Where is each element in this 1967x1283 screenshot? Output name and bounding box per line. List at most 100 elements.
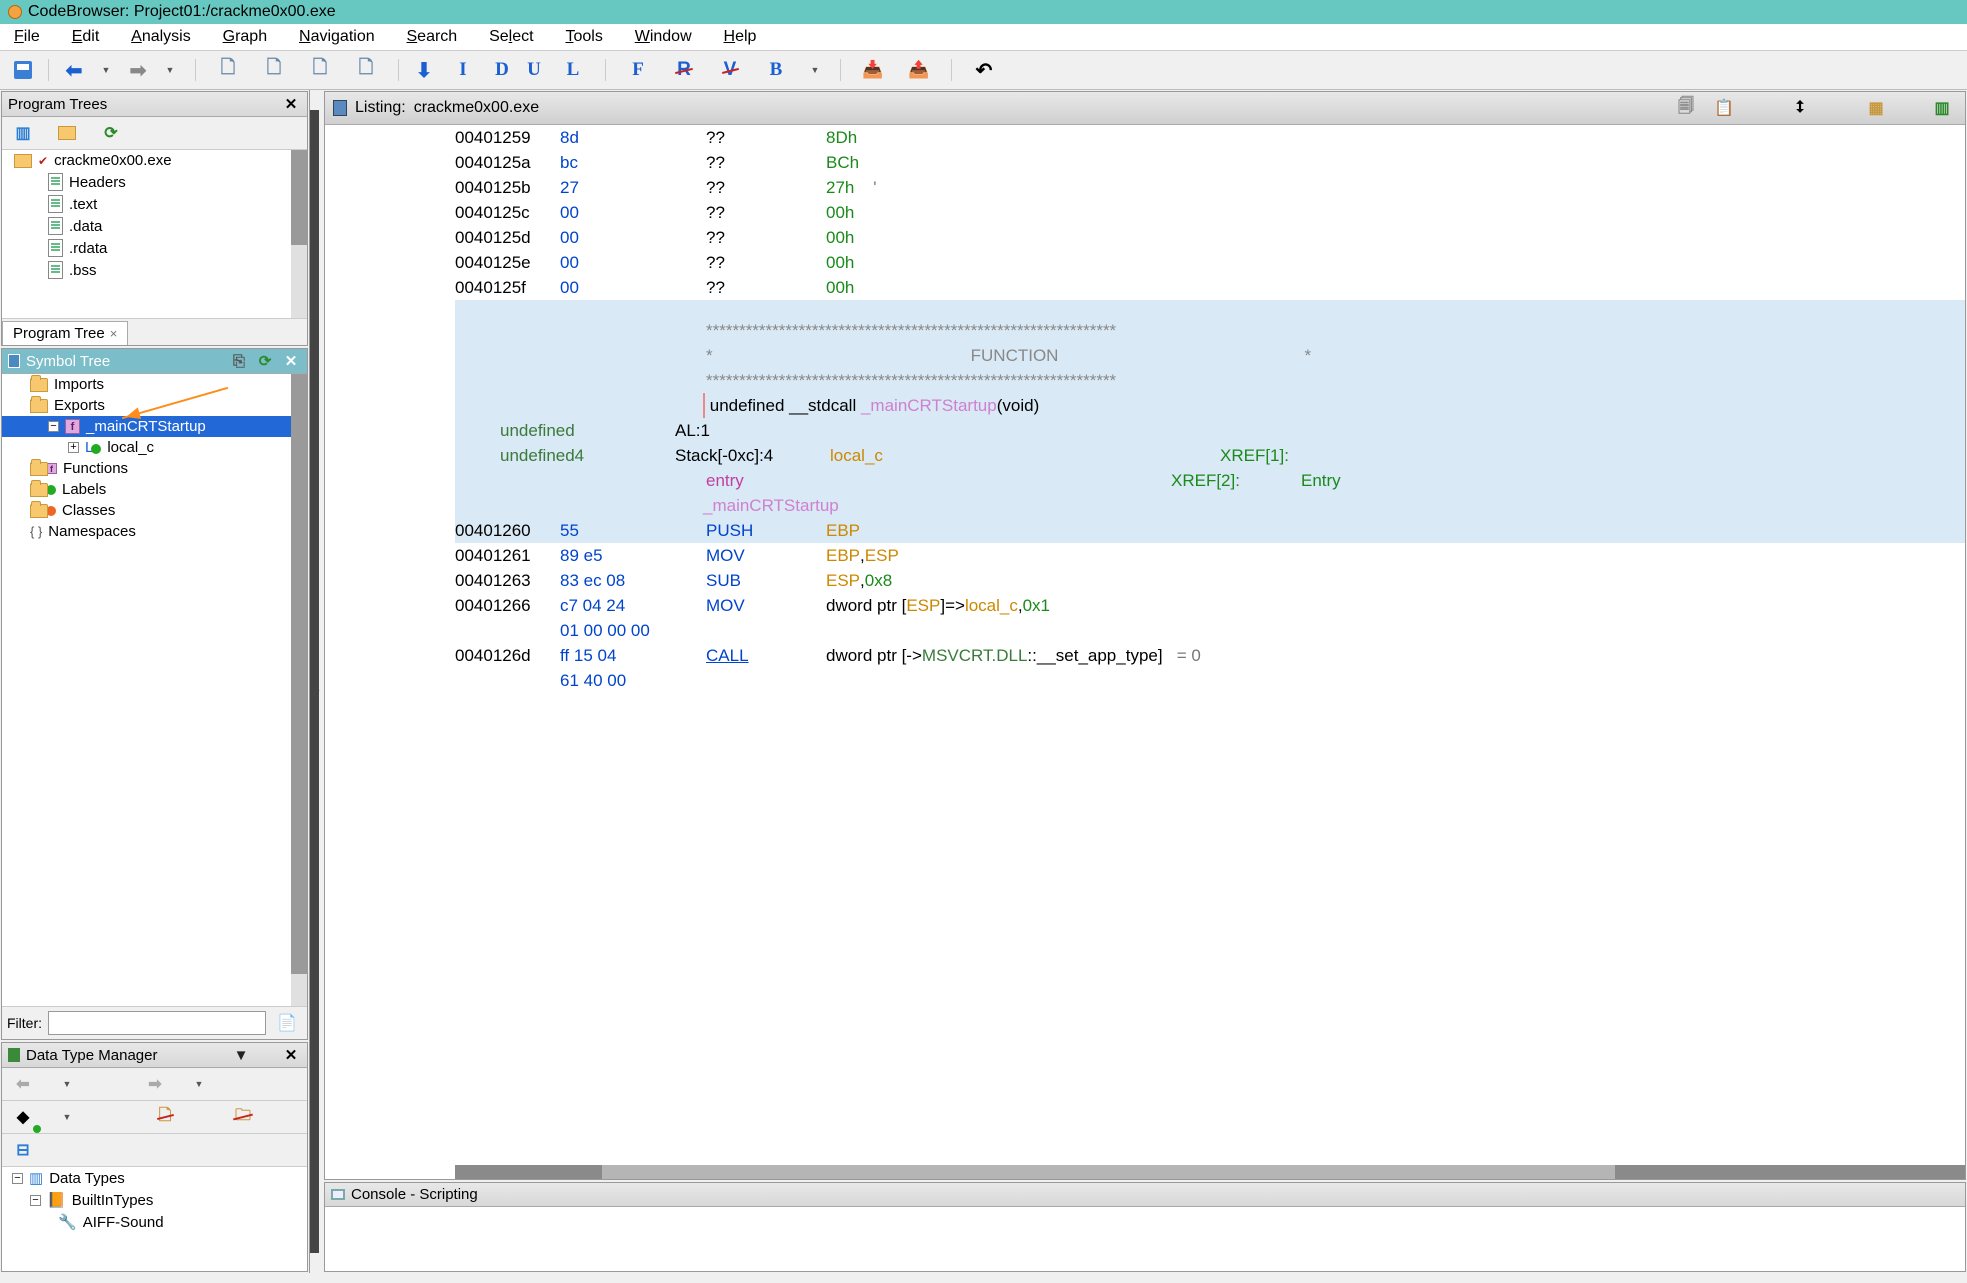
tree-item-bss[interactable]: .bss bbox=[2, 259, 307, 281]
expand-icon[interactable]: + bbox=[68, 442, 79, 453]
tree-item-headers[interactable]: Headers bbox=[2, 171, 307, 193]
listing-row[interactable]: *FUNCTION* bbox=[325, 343, 1965, 368]
listing-row[interactable]: 0040126d ff 15 04CALLdword ptr [->MSVCRT… bbox=[325, 643, 1965, 668]
menu-analysis[interactable]: Analysis bbox=[117, 24, 205, 49]
expand-icon[interactable]: − bbox=[30, 1195, 41, 1206]
close-button[interactable]: ✕ bbox=[281, 352, 301, 370]
program-tree-tab[interactable]: Program Tree × bbox=[2, 321, 128, 345]
listing-row[interactable]: ****************************************… bbox=[325, 318, 1965, 343]
back-button[interactable]: ⬅ bbox=[8, 1071, 38, 1097]
tool-regs-in[interactable]: 📥 bbox=[851, 57, 895, 83]
menu-search[interactable]: Search bbox=[393, 24, 472, 49]
listing-row[interactable]: 0040125d 00??00h bbox=[325, 225, 1965, 250]
menu-window[interactable]: Window bbox=[621, 24, 706, 49]
tool-define-data-2[interactable]: 🗋 bbox=[252, 57, 296, 83]
horizontal-scrollbar[interactable] bbox=[455, 1165, 1965, 1179]
listing-row[interactable]: 0040125e 00??00h bbox=[325, 250, 1965, 275]
add-type-button[interactable]: ◆ bbox=[8, 1104, 38, 1130]
listing-row[interactable]: 01 00 00 00 bbox=[325, 618, 1965, 643]
refresh-tree-button[interactable]: ⟳ bbox=[96, 120, 126, 146]
listing-body[interactable]: 00401259 8d??8Dh0040125a bc??BCh0040125b… bbox=[325, 125, 1965, 1179]
symbol-item-labels[interactable]: Labels bbox=[2, 479, 307, 500]
symbol-item-namespaces[interactable]: { } Namespaces bbox=[2, 521, 307, 542]
listing-row[interactable]: undefinedAL:1 bbox=[325, 418, 1965, 443]
listing-row[interactable]: undefined __stdcall _mainCRTStartup(void… bbox=[325, 393, 1965, 418]
filter-options-button[interactable]: 📄 bbox=[272, 1010, 302, 1036]
menu-help[interactable]: Help bbox=[710, 24, 771, 49]
tool-u[interactable]: U bbox=[519, 57, 549, 83]
dtm-item-builtin[interactable]: − 📙 BuiltInTypes bbox=[2, 1189, 307, 1211]
nav-fwd-button[interactable]: ➡ bbox=[123, 57, 153, 83]
listing-row[interactable]: entryXREF[2]:Entry bbox=[325, 468, 1965, 493]
listing-row[interactable]: 00401261 89 e5MOVEBP,ESP bbox=[325, 543, 1965, 568]
tool-regs-out[interactable]: 📤 bbox=[897, 57, 941, 83]
tool-b[interactable]: B bbox=[754, 57, 798, 83]
cursor-button[interactable]: ⭥ bbox=[1785, 95, 1815, 121]
listing-row[interactable]: 00401260 55PUSHEBP bbox=[325, 518, 1965, 543]
listing-row[interactable]: 0040125f 00??00h bbox=[325, 275, 1965, 300]
tool-d[interactable]: D bbox=[487, 57, 517, 83]
symbol-item-classes[interactable]: Classes bbox=[2, 500, 307, 521]
tree-item-text[interactable]: .text bbox=[2, 193, 307, 215]
menu-navigation[interactable]: Navigation bbox=[285, 24, 389, 49]
listing-row[interactable]: 00401263 83 ec 08SUBESP,0x8 bbox=[325, 568, 1965, 593]
tool-down-arrow[interactable]: ⬇ bbox=[409, 57, 439, 83]
listing-row[interactable]: 0040125b 27??27h ' bbox=[325, 175, 1965, 200]
symbol-filter-input[interactable] bbox=[48, 1011, 266, 1035]
tree-root[interactable]: ✔ crackme0x00.exe bbox=[2, 150, 307, 171]
listing-row[interactable]: 0040125a bc??BCh bbox=[325, 150, 1965, 175]
symbol-item-_maincrtstartup[interactable]: − f _mainCRTStartup bbox=[2, 416, 307, 437]
copy-button[interactable]: 🗐 bbox=[1671, 95, 1701, 121]
menu-tools[interactable]: Tools bbox=[551, 24, 616, 49]
add-menu[interactable]: ▼ bbox=[52, 1104, 82, 1130]
filter-strike-1-button[interactable]: 🗋 bbox=[150, 1104, 180, 1130]
listing-row[interactable]: _mainCRTStartup bbox=[325, 493, 1965, 518]
menu-select[interactable]: Select bbox=[475, 24, 547, 49]
console-body[interactable] bbox=[325, 1207, 1965, 1271]
tree-item-data[interactable]: .data bbox=[2, 215, 307, 237]
listing-row[interactable]: 00401266 c7 04 24MOVdword ptr [ESP]=>loc… bbox=[325, 593, 1965, 618]
listing-row[interactable]: 00401259 8d??8Dh bbox=[325, 125, 1965, 150]
tool-i[interactable]: I bbox=[441, 57, 485, 83]
menu-button[interactable]: ▼ bbox=[231, 1046, 251, 1064]
dtm-root[interactable]: − ▥ Data Types bbox=[2, 1167, 307, 1189]
listing-row[interactable]: ****************************************… bbox=[325, 368, 1965, 393]
close-icon[interactable]: × bbox=[110, 326, 118, 341]
listing-row[interactable]: undefined4Stack[-0xc]:4local_cXREF[1]: bbox=[325, 443, 1965, 468]
tool-f[interactable]: F bbox=[616, 57, 660, 83]
close-button[interactable]: ✕ bbox=[281, 95, 301, 113]
tree-item-rdata[interactable]: .rdata bbox=[2, 237, 307, 259]
new-tree-button[interactable]: ▥ bbox=[8, 120, 38, 146]
collapse-icon[interactable]: − bbox=[48, 421, 59, 432]
tool-l[interactable]: L bbox=[551, 57, 595, 83]
restore-button[interactable]: ⎘ bbox=[229, 352, 249, 370]
snapshot-button[interactable]: ▥ bbox=[1927, 95, 1957, 121]
fwd-menu[interactable]: ▼ bbox=[184, 1071, 214, 1097]
fwd-button[interactable]: ➡ bbox=[140, 1071, 170, 1097]
symbol-item-exports[interactable]: Exports bbox=[2, 395, 307, 416]
field-button[interactable]: ▦ bbox=[1861, 95, 1891, 121]
expand-icon[interactable]: − bbox=[12, 1173, 23, 1184]
filter-strike-2-button[interactable]: 🗀 bbox=[228, 1104, 258, 1130]
open-tree-button[interactable] bbox=[52, 120, 82, 146]
listing-row[interactable]: 0040125c 00??00h bbox=[325, 200, 1965, 225]
nav-back-menu[interactable]: ▼ bbox=[91, 57, 121, 83]
menu-file[interactable]: File bbox=[0, 24, 54, 49]
paste-button[interactable]: 📋 bbox=[1709, 95, 1739, 121]
tool-undo[interactable]: ↶ bbox=[962, 57, 1006, 83]
menu-graph[interactable]: Graph bbox=[209, 24, 281, 49]
symbol-item-functions[interactable]: f Functions bbox=[2, 458, 307, 479]
tool-b-menu[interactable]: ▼ bbox=[800, 57, 830, 83]
refresh-button[interactable]: ⟳ bbox=[255, 352, 275, 370]
tool-define-data-3[interactable]: 🗋 bbox=[298, 57, 342, 83]
listing-row[interactable] bbox=[325, 300, 1965, 318]
vertical-splitter[interactable] bbox=[310, 110, 319, 1253]
save-button[interactable] bbox=[8, 57, 38, 83]
symbol-item-imports[interactable]: Imports bbox=[2, 374, 307, 395]
collapse-button[interactable]: ⊟ bbox=[8, 1137, 38, 1163]
back-menu[interactable]: ▼ bbox=[52, 1071, 82, 1097]
dtm-item-aiff[interactable]: 🔧 AIFF-Sound bbox=[2, 1211, 307, 1233]
menu-edit[interactable]: Edit bbox=[58, 24, 114, 49]
close-button[interactable]: ✕ bbox=[281, 1046, 301, 1064]
nav-fwd-menu[interactable]: ▼ bbox=[155, 57, 185, 83]
